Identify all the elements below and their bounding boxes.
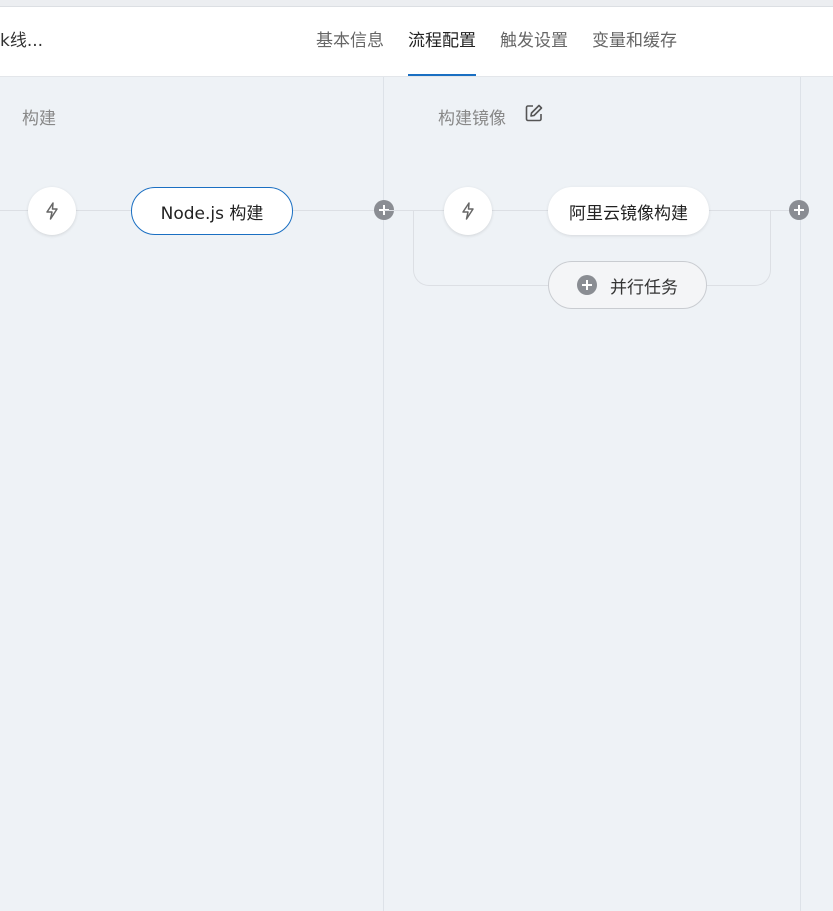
job-label: 阿里云镜像构建: [569, 203, 688, 224]
pipeline-canvas: 构建 Node.js 构建 构建镜像 阿里云镜像构建 并行任务: [0, 77, 833, 911]
add-stage-button[interactable]: [789, 200, 809, 220]
tab-variables-cache[interactable]: 变量和缓存: [592, 7, 677, 76]
stage-title-build: 构建: [22, 109, 56, 129]
pipeline-header: k线... 基本信息 流程配置 触发设置 变量和缓存: [0, 7, 833, 77]
job-aliyun-image-build[interactable]: 阿里云镜像构建: [548, 187, 709, 235]
stage-title-build-image: 构建镜像: [438, 109, 506, 129]
tab-bar: 基本信息 流程配置 触发设置 变量和缓存: [316, 7, 701, 76]
stage-trigger-build-image[interactable]: [444, 187, 492, 235]
stage-trigger-build[interactable]: [28, 187, 76, 235]
browser-top-strip: [0, 0, 833, 7]
edit-icon[interactable]: [524, 103, 544, 123]
parallel-task-label: 并行任务: [610, 277, 678, 298]
job-label: Node.js 构建: [160, 203, 264, 224]
tab-flow-config[interactable]: 流程配置: [408, 7, 476, 76]
job-nodejs-build[interactable]: Node.js 构建: [131, 187, 293, 235]
lightning-icon: [46, 202, 58, 220]
tab-trigger-settings[interactable]: 触发设置: [500, 7, 568, 76]
tab-basic-info[interactable]: 基本信息: [316, 7, 384, 76]
lightning-icon: [462, 202, 474, 220]
plus-icon: [577, 275, 597, 295]
add-parallel-task-button[interactable]: 并行任务: [548, 261, 707, 309]
pipeline-name: k线...: [0, 31, 44, 51]
